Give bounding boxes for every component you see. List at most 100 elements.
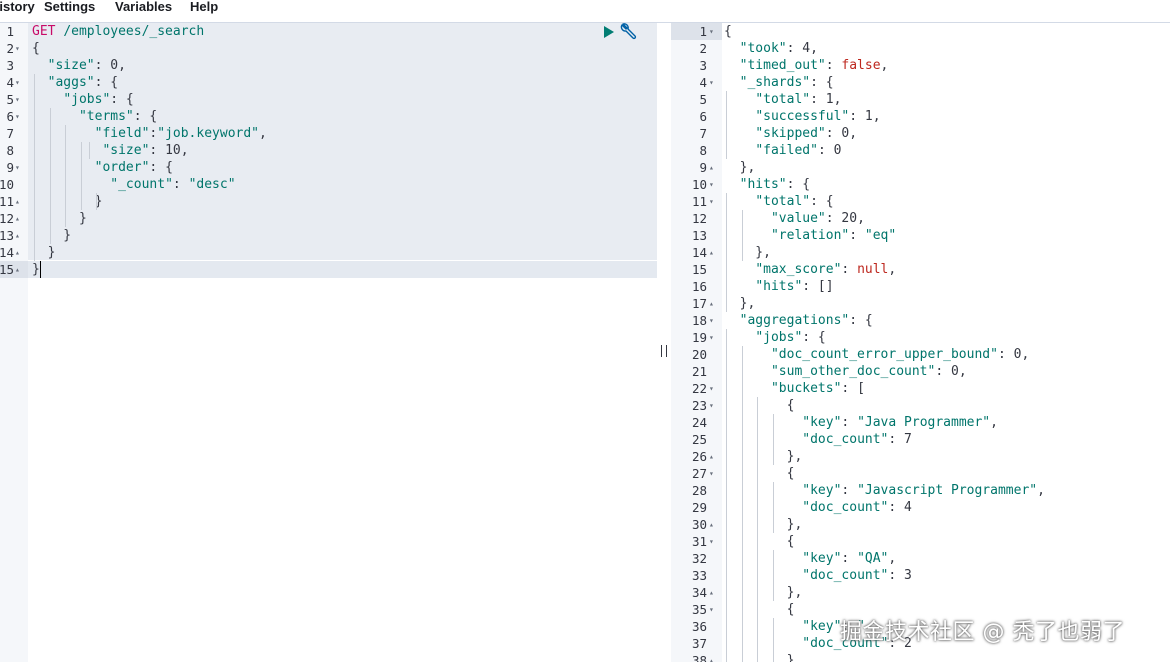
fold-open-icon[interactable]: ▾	[709, 23, 719, 40]
fold-open-icon[interactable]: ▾	[709, 176, 719, 193]
code-line[interactable]: 7 "skipped": 0,	[671, 125, 1170, 142]
request-editor[interactable]: 1 GET /employees/_search 2 ▾{3 "size": 0, 4 ▾…	[0, 23, 657, 662]
wrench-icon[interactable]	[620, 22, 638, 40]
fold-open-icon[interactable]: ▾	[15, 91, 25, 108]
code-line[interactable]: 1 ▾ {	[671, 23, 1170, 40]
code-line[interactable]: 4 ▾ "_shards": {	[671, 74, 1170, 91]
code-line[interactable]: 28 "key": "Javascript Programmer",	[671, 482, 1170, 499]
code-line[interactable]: 19 ▾ "jobs": {	[671, 329, 1170, 346]
code-line[interactable]: 2 ▾ {	[0, 40, 657, 57]
code-line[interactable]: 33 "doc_count": 3	[671, 567, 1170, 584]
code-line[interactable]: 9 ▾ "order": {	[0, 159, 657, 176]
code-text: "aggregations": {	[724, 312, 873, 329]
pane-splitter[interactable]	[657, 23, 671, 662]
fold-close-icon[interactable]: ▴	[709, 159, 719, 176]
fold-close-icon[interactable]: ▴	[15, 227, 25, 244]
fold-open-icon[interactable]: ▾	[709, 380, 719, 397]
code-line[interactable]: 26 ▴ },	[671, 448, 1170, 465]
fold-open-icon[interactable]: ▾	[709, 601, 719, 618]
code-line[interactable]: 6 "successful": 1,	[671, 108, 1170, 125]
code-line[interactable]: 10 "_count": "desc"	[0, 176, 657, 193]
fold-open-icon[interactable]: ▾	[709, 329, 719, 346]
indent-guide	[757, 397, 759, 662]
code-line[interactable]: 34 ▴ },	[671, 584, 1170, 601]
code-text: "sum_other_doc_count": 0,	[724, 363, 967, 380]
token-punc	[32, 126, 95, 141]
menu-help[interactable]: Help	[190, 0, 218, 22]
code-line[interactable]: 15 ▴}	[0, 261, 657, 278]
fold-open-icon[interactable]: ▾	[15, 159, 25, 176]
fold-open-icon[interactable]: ▾	[709, 193, 719, 210]
token-bool: false	[841, 58, 881, 73]
code-line[interactable]: 12 "value": 20,	[671, 210, 1170, 227]
fold-close-icon[interactable]: ▴	[709, 244, 719, 261]
code-line[interactable]: 32 "key": "QA",	[671, 550, 1170, 567]
token-punc: ,	[880, 58, 889, 73]
fold-open-icon[interactable]: ▾	[709, 74, 719, 91]
code-line[interactable]: 11 ▾ "total": {	[671, 193, 1170, 210]
code-text: "doc_count": 7	[724, 431, 912, 448]
code-line[interactable]: 6 ▾ "terms": {	[0, 108, 657, 125]
code-line[interactable]: 25 "doc_count": 7	[671, 431, 1170, 448]
fold-open-icon[interactable]: ▾	[15, 40, 25, 57]
code-line[interactable]: 29 "doc_count": 4	[671, 499, 1170, 516]
play-icon[interactable]	[604, 26, 614, 38]
code-line[interactable]: 24 "key": "Java Programmer",	[671, 414, 1170, 431]
menu-history[interactable]: History	[0, 0, 35, 22]
fold-close-icon[interactable]: ▴	[709, 295, 719, 312]
fold-close-icon[interactable]: ▴	[709, 652, 719, 662]
response-editor[interactable]: 1 ▾{2 "took": 4, 3 "timed_out": false, 4 ▾ "…	[671, 23, 1170, 662]
fold-open-icon[interactable]: ▾	[15, 108, 25, 125]
code-line[interactable]: 30 ▴ },	[671, 516, 1170, 533]
fold-close-icon[interactable]: ▴	[709, 584, 719, 601]
fold-close-icon[interactable]: ▴	[15, 210, 25, 227]
code-line[interactable]: 23 ▾ {	[671, 397, 1170, 414]
menu-bar: History Settings Variables Help	[0, 0, 1170, 23]
code-line[interactable]: 16 "hits": []	[671, 278, 1170, 295]
code-line[interactable]: 14 ▴ },	[671, 244, 1170, 261]
fold-close-icon[interactable]: ▴	[15, 261, 25, 278]
code-line[interactable]: 13 "relation": "eq"	[671, 227, 1170, 244]
menu-variables[interactable]: Variables	[115, 0, 172, 22]
code-line[interactable]: 21 "sum_other_doc_count": 0,	[671, 363, 1170, 380]
code-line[interactable]: 5 ▾ "jobs": {	[0, 91, 657, 108]
token-punc	[724, 143, 755, 158]
code-line[interactable]: 12 ▴ }	[0, 210, 657, 227]
code-line[interactable]: 14 ▴ }	[0, 244, 657, 261]
code-line[interactable]: 2 "took": 4,	[671, 40, 1170, 57]
code-line[interactable]: 17 ▴ },	[671, 295, 1170, 312]
code-line[interactable]: 15 "max_score": null,	[671, 261, 1170, 278]
code-line[interactable]: 18 ▾ "aggregations": {	[671, 312, 1170, 329]
fold-close-icon[interactable]: ▴	[709, 448, 719, 465]
code-text: }	[32, 227, 71, 244]
indent-guide	[741, 346, 743, 662]
code-line[interactable]: 9 ▴ },	[671, 159, 1170, 176]
fold-open-icon[interactable]: ▾	[709, 397, 719, 414]
fold-open-icon[interactable]: ▾	[15, 74, 25, 91]
menu-settings[interactable]: Settings	[44, 0, 95, 22]
code-line[interactable]: 38 ▴ },	[671, 652, 1170, 662]
code-line[interactable]: 3 "size": 0,	[0, 57, 657, 74]
fold-close-icon[interactable]: ▴	[709, 516, 719, 533]
code-line[interactable]: 10 ▾ "hits": {	[671, 176, 1170, 193]
code-line[interactable]: 13 ▴ }	[0, 227, 657, 244]
fold-close-icon[interactable]: ▴	[15, 244, 25, 261]
code-line[interactable]: 3 "timed_out": false,	[671, 57, 1170, 74]
code-line[interactable]: 31 ▾ {	[671, 533, 1170, 550]
fold-open-icon[interactable]: ▾	[709, 312, 719, 329]
fold-open-icon[interactable]: ▾	[709, 465, 719, 482]
code-line[interactable]: 11 ▴ }	[0, 193, 657, 210]
fold-open-icon[interactable]: ▾	[709, 533, 719, 550]
token-punc	[724, 636, 802, 651]
code-line[interactable]: 22 ▾ "buckets": [	[671, 380, 1170, 397]
line-number: 36	[691, 619, 707, 634]
fold-close-icon[interactable]: ▴	[15, 193, 25, 210]
code-line[interactable]: 4 ▾ "aggs": {	[0, 74, 657, 91]
code-line[interactable]: 20 "doc_count_error_upper_bound": 0,	[671, 346, 1170, 363]
code-line[interactable]: 5 "total": 1,	[671, 91, 1170, 108]
code-line[interactable]: 8 "size": 10,	[0, 142, 657, 159]
code-line[interactable]: 1 GET /employees/_search	[0, 23, 657, 40]
code-line[interactable]: 27 ▾ {	[671, 465, 1170, 482]
code-line[interactable]: 7 "field":"job.keyword",	[0, 125, 657, 142]
code-line[interactable]: 8 "failed": 0	[671, 142, 1170, 159]
